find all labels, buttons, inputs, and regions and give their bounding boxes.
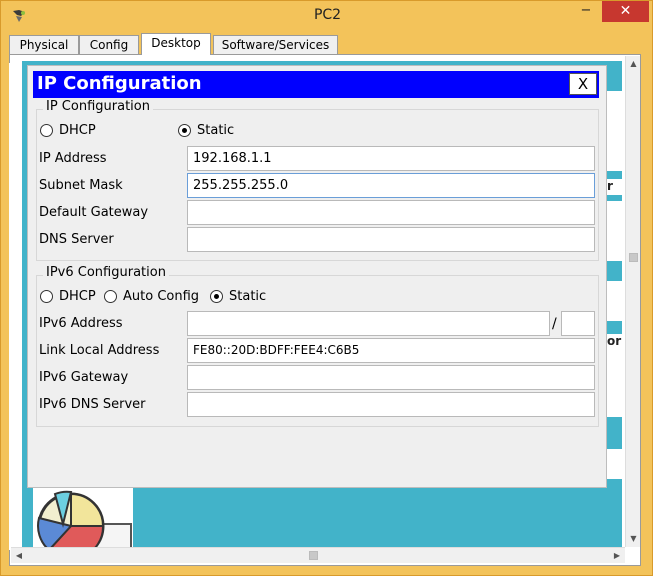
content-margin [9, 63, 21, 550]
app-window: PC2 − ✕ Physical Config Desktop Software… [0, 0, 653, 576]
title-bar[interactable]: PC2 − ✕ [1, 1, 653, 31]
link-local-address-field[interactable]: FE80::20D:BDFF:FEE4:C6B5 [187, 338, 595, 363]
subnet-mask-field[interactable]: 255.255.255.0 [187, 173, 595, 198]
ipv4-group-title: IP Configuration [43, 99, 153, 114]
minimize-button[interactable]: − [573, 1, 599, 22]
ipv6-prefix-length-field[interactable] [561, 311, 595, 336]
desktop-app-fragment[interactable] [607, 281, 622, 321]
scroll-down-arrow-icon[interactable]: ▼ [626, 531, 641, 547]
horizontal-scroll-thumb[interactable] [309, 551, 318, 560]
scroll-up-arrow-icon[interactable]: ▲ [626, 56, 641, 72]
radio-checked-icon [178, 124, 191, 137]
desktop-app-pie-icon[interactable] [33, 488, 133, 548]
default-gateway-field[interactable] [187, 200, 595, 225]
radio-unchecked-icon [40, 290, 53, 303]
scroll-left-arrow-icon[interactable]: ◀ [11, 548, 27, 564]
ip-address-field[interactable]: 192.168.1.1 [187, 146, 595, 171]
subnet-mask-label: Subnet Mask [39, 178, 123, 193]
radio-unchecked-icon [40, 124, 53, 137]
ipv6-address-label: IPv6 Address [39, 316, 123, 331]
dns-server-field[interactable] [187, 227, 595, 252]
vertical-scrollbar[interactable]: ▲ ▼ [625, 56, 640, 547]
tab-config[interactable]: Config [79, 35, 139, 55]
close-window-button[interactable]: ✕ [602, 1, 649, 22]
desktop-app-fragment[interactable] [607, 449, 622, 479]
vertical-scroll-thumb[interactable] [629, 253, 638, 262]
dialog-close-button[interactable]: X [569, 73, 597, 95]
desktop-app-fragment[interactable] [607, 349, 622, 417]
default-gateway-label: Default Gateway [39, 205, 149, 220]
window-title: PC2 [313, 7, 342, 23]
ipv6-address-field[interactable] [187, 311, 550, 336]
tab-desktop[interactable]: Desktop [141, 33, 211, 55]
ip-configuration-dialog: IP Configuration X IP Configuration DHCP… [27, 65, 607, 488]
dns-server-label: DNS Server [39, 232, 114, 247]
dialog-title: IP Configuration [37, 73, 202, 94]
desktop-app-fragment[interactable] [607, 91, 622, 171]
radio-checked-icon [210, 290, 223, 303]
ip-address-label: IP Address [39, 151, 107, 166]
dialog-header: IP Configuration X [33, 71, 599, 98]
scroll-right-arrow-icon[interactable]: ▶ [609, 548, 625, 564]
ipv6-dns-server-field[interactable] [187, 392, 595, 417]
tab-physical[interactable]: Physical [9, 35, 79, 55]
prefix-separator: / [552, 316, 557, 332]
desktop-app-fragment[interactable] [607, 201, 622, 261]
radio-unchecked-icon [104, 290, 117, 303]
ipv6-group-title: IPv6 Configuration [43, 265, 169, 280]
horizontal-scrollbar[interactable]: ◀ ▶ [11, 547, 625, 563]
ipv6-gateway-label: IPv6 Gateway [39, 370, 129, 385]
desktop-app-label-fragment: or [607, 334, 623, 350]
ipv6-gateway-field[interactable] [187, 365, 595, 390]
desktop-app-label-fragment: r [607, 179, 622, 195]
tab-software-services[interactable]: Software/Services [213, 35, 338, 55]
ipv6-dns-server-label: IPv6 DNS Server [39, 397, 146, 412]
link-local-address-label: Link Local Address [39, 343, 160, 358]
